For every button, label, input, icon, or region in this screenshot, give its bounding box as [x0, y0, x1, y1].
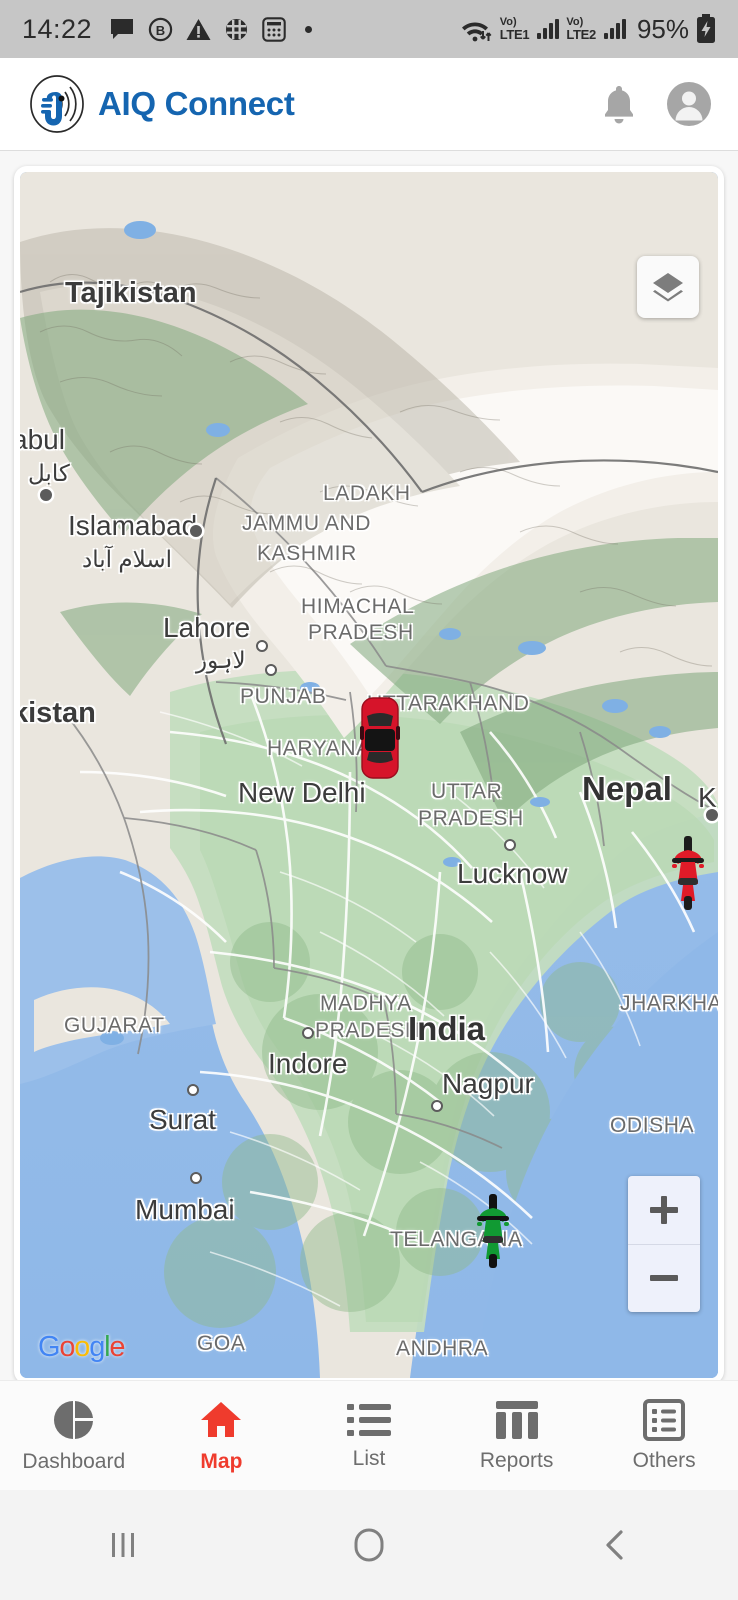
sim2-signal-bars — [603, 19, 626, 39]
minus-icon — [650, 1275, 678, 1282]
map-zoom-controls[interactable] — [628, 1176, 700, 1312]
map-city-dot — [302, 1027, 314, 1039]
map-city-dot — [190, 1172, 202, 1184]
android-recents-button[interactable] — [0, 1525, 246, 1565]
nav-label-list: List — [352, 1446, 386, 1470]
header-actions — [600, 81, 712, 127]
nav-item-reports[interactable]: Reports — [443, 1399, 591, 1473]
google-attribution-letter: g — [89, 1331, 105, 1363]
vehicle-marker-car-red[interactable] — [360, 696, 400, 785]
bottom-navigation: Dashboard Map List Reports Others — [0, 1380, 738, 1490]
google-attribution-letter: G — [38, 1331, 61, 1363]
brand: AIQ Connect — [26, 73, 295, 135]
phone-screen: 14:22 B Vo) LTE1 Vo) LTE2 95% AIQ Connec… — [0, 0, 738, 1600]
warning-triangle-icon — [186, 18, 211, 40]
battery-charging-icon — [697, 14, 715, 43]
layers-icon — [653, 273, 683, 302]
status-bar-notification-icons: B — [109, 16, 313, 42]
google-attribution-letter: o — [59, 1331, 75, 1363]
google-attribution: Google — [38, 1331, 126, 1364]
message-icon — [111, 19, 134, 39]
sim1-volte-label: LTE1 — [499, 27, 530, 42]
pie-chart-icon — [53, 1400, 93, 1439]
page-title: AIQ Connect — [98, 85, 295, 122]
map-city-dot — [40, 489, 52, 501]
zoom-in-button[interactable] — [628, 1176, 700, 1244]
map-city-dot — [504, 839, 516, 851]
back-chevron-icon — [606, 1530, 623, 1560]
nav-item-others[interactable]: Others — [590, 1398, 738, 1473]
sim2-volte-indicator: Vo) LTE2 — [566, 17, 596, 42]
nav-label-reports: Reports — [479, 1448, 554, 1472]
android-navigation-bar — [0, 1490, 738, 1600]
no-entry-slash-icon — [226, 18, 248, 40]
zoom-out-button[interactable] — [628, 1245, 700, 1313]
recents-bars-icon — [112, 1533, 134, 1557]
vehicle-marker-bike-red[interactable] — [670, 834, 706, 917]
svg-text:B: B — [156, 23, 165, 38]
map-city-dot — [187, 1084, 199, 1096]
android-home-button[interactable] — [246, 1524, 492, 1566]
nav-label-dashboard: Dashboard — [22, 1449, 126, 1473]
nav-item-map[interactable]: Map — [148, 1398, 296, 1474]
sim1-volte-indicator: Vo) LTE1 — [499, 17, 530, 42]
aiq-hand-signal-logo — [30, 75, 84, 133]
map-card: TajikistanabulكابلLADAKHIslamabadJAMMU A… — [14, 166, 724, 1384]
more-dot-icon — [305, 25, 313, 33]
list-icon — [346, 1403, 391, 1436]
sim1-signal-bars — [537, 19, 560, 39]
bluetooth-b-badge-icon: B — [148, 17, 173, 41]
android-back-button[interactable] — [492, 1525, 738, 1565]
wifi-updown-icon — [461, 22, 492, 42]
google-map[interactable]: TajikistanabulكابلLADAKHIslamabadJAMMU A… — [20, 172, 718, 1378]
map-city-dot — [256, 640, 268, 652]
plus-icon — [650, 1195, 678, 1224]
calculator-icon — [262, 16, 286, 42]
google-attribution-letter: e — [109, 1331, 125, 1363]
account-circle-icon[interactable] — [666, 81, 712, 127]
google-attribution-letter: o — [74, 1331, 90, 1363]
bell-icon[interactable] — [600, 83, 638, 125]
map-city-dot — [431, 1100, 443, 1112]
home-icon — [201, 1401, 242, 1437]
map-city-dot — [190, 525, 202, 537]
status-bar: 14:22 B Vo) LTE1 Vo) LTE2 95% — [0, 0, 738, 58]
status-bar-clock: 14:22 — [22, 13, 93, 44]
nav-label-map: Map — [200, 1449, 243, 1473]
map-city-dot — [265, 664, 277, 676]
table-columns-icon — [495, 1400, 538, 1439]
home-circle-icon — [354, 1528, 384, 1562]
nav-item-list[interactable]: List — [295, 1401, 443, 1471]
map-layers-button[interactable] — [637, 256, 699, 318]
list-box-icon — [643, 1398, 686, 1441]
map-city-dot — [706, 809, 718, 821]
vehicle-marker-bike-green[interactable] — [475, 1192, 511, 1275]
status-bar-system-icons: Vo) LTE1 Vo) LTE2 95% — [459, 14, 716, 45]
nav-item-dashboard[interactable]: Dashboard — [0, 1398, 148, 1474]
battery-percent-label: 95% — [636, 13, 689, 44]
nav-label-others: Others — [632, 1448, 696, 1472]
app-header: AIQ Connect — [0, 58, 738, 150]
sim2-volte-label: LTE2 — [566, 27, 596, 42]
